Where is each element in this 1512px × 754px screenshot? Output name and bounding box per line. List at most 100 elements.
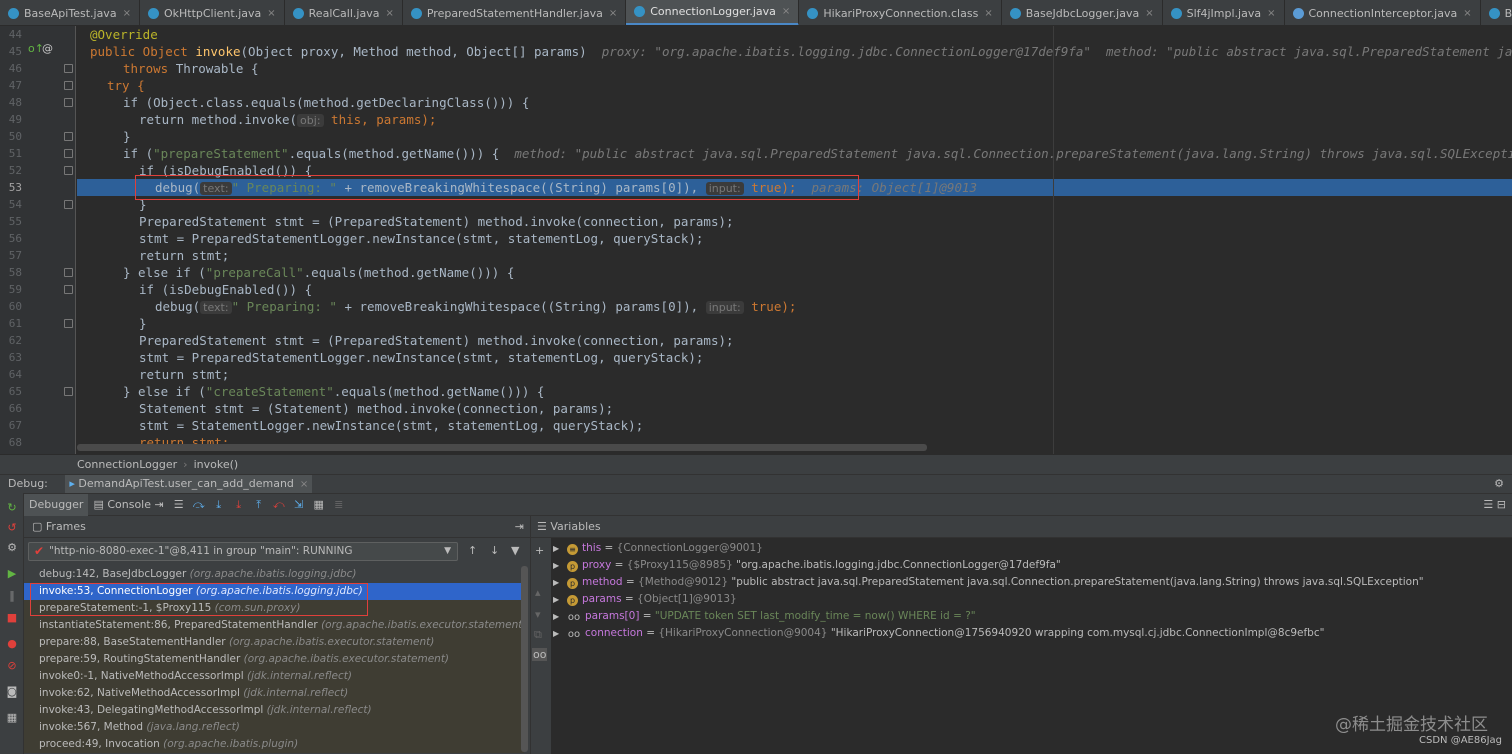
line-number[interactable]: 56 (0, 230, 22, 247)
code-line-60[interactable]: debug(text: " Preparing: " + removeBreaki… (77, 298, 1512, 315)
code-line-63[interactable]: stmt = PreparedStatementLogger.newInstan… (77, 349, 1512, 366)
debug-session-tab[interactable]: ▸ DemandApiTest.user_can_add_demand × (65, 475, 313, 494)
code-editor[interactable]: o↑ @ 44 45 46 47 48 49 50 51 52 53 54 55 56 57 58 59 60 6… (0, 26, 1512, 454)
close-icon[interactable]: × (609, 8, 617, 19)
layout-icon[interactable]: ▦ (5, 711, 19, 725)
expand-arrow-icon[interactable]: ▶ (553, 608, 563, 625)
restore-layout-icon[interactable]: ☰ ⊟ (1483, 498, 1506, 511)
pause-icon[interactable]: ‖ (5, 589, 19, 603)
tab-8[interactable]: ConnectionInterceptor.java × (1285, 0, 1481, 25)
line-number[interactable]: 63 (0, 349, 22, 366)
tab-debugger[interactable]: Debugger (24, 493, 89, 516)
close-icon[interactable]: × (267, 8, 275, 19)
code-line-49[interactable]: return method.invoke(obj: this, params); (77, 111, 1512, 128)
code-line-55[interactable]: PreparedStatement stmt = (PreparedStatem… (77, 213, 1512, 230)
code-line-46[interactable]: throws Throwable { (77, 60, 1512, 77)
close-icon[interactable]: × (123, 8, 131, 19)
fold-marker-icon[interactable] (64, 166, 73, 175)
line-number[interactable]: 57 (0, 247, 22, 264)
tab-6[interactable]: BaseJdbcLogger.java × (1002, 0, 1163, 25)
arrow-up-icon[interactable]: ↑ (468, 544, 477, 557)
tab-9[interactable]: BaseStatementHandler.java× (1481, 0, 1512, 25)
fold-marker-icon[interactable] (64, 387, 73, 396)
code-line-44[interactable]: @Override (77, 26, 1512, 43)
step-into-icon[interactable]: ⤓ (212, 498, 226, 512)
mute-breakpoints-icon[interactable]: ⊘ (5, 659, 19, 673)
close-icon[interactable]: × (300, 479, 308, 490)
gear-icon[interactable]: ⚙ (1494, 475, 1504, 493)
run-to-cursor-icon[interactable]: ⇲ (292, 498, 306, 512)
expand-arrow-icon[interactable]: ▶ (553, 591, 563, 608)
breadcrumb-class[interactable]: ConnectionLogger (77, 458, 177, 471)
settings-icon[interactable]: ⚙ (5, 541, 19, 555)
line-number[interactable]: 44 (0, 26, 22, 43)
tab-4[interactable]: ConnectionLogger.java × (626, 0, 800, 25)
variable-row[interactable]: ▶ p method = {Method@9012} "public abstrac… (553, 574, 1503, 591)
variable-row[interactable]: ▶ ≡ this = {ConnectionLogger@9001} (553, 540, 1503, 557)
close-icon[interactable]: × (385, 8, 393, 19)
fold-marker-icon[interactable] (64, 285, 73, 294)
line-number[interactable]: 65 (0, 383, 22, 400)
line-number[interactable]: 52 (0, 162, 22, 179)
step-over-icon[interactable]: ⤼ (192, 498, 206, 512)
code-line-62[interactable]: PreparedStatement stmt = (PreparedStatem… (77, 332, 1512, 349)
code-line-67[interactable]: stmt = StatementLogger.newInstance(stmt,… (77, 417, 1512, 434)
line-number[interactable]: 48 (0, 94, 22, 111)
line-number[interactable]: 68 (0, 434, 22, 451)
expand-arrow-icon[interactable]: ▶ (553, 540, 563, 557)
close-icon[interactable]: × (1267, 8, 1275, 19)
line-number[interactable]: 49 (0, 111, 22, 128)
filter-icon[interactable]: ▼ (511, 544, 519, 557)
camera-icon[interactable]: ◙ (5, 685, 19, 699)
line-number[interactable]: 61 (0, 315, 22, 332)
line-number[interactable]: 51 (0, 145, 22, 162)
frame-item[interactable]: prepare:59, RoutingStatementHandler (org… (24, 651, 524, 668)
rerun-failed-icon[interactable]: ↺ (5, 521, 19, 535)
line-number[interactable]: 64 (0, 366, 22, 383)
pin-icon[interactable]: ⇥ (515, 516, 524, 538)
variable-row[interactable]: ▶ oo connection = {HikariProxyConnection@9… (553, 625, 1503, 642)
stop-icon[interactable]: ■ (5, 611, 19, 625)
tab-1[interactable]: OkHttpClient.java × (140, 0, 285, 25)
frame-item[interactable]: instantiateStatement:86, PreparedStateme… (24, 617, 524, 634)
tab-5[interactable]: HikariProxyConnection.class × (799, 0, 1002, 25)
close-icon[interactable]: × (984, 8, 992, 19)
fold-marker-icon[interactable] (64, 200, 73, 209)
code-line-45[interactable]: public Object invoke(Object proxy, Metho… (77, 43, 1512, 60)
line-number[interactable]: 46 (0, 60, 22, 77)
editor-gutter[interactable]: o↑ @ 44 45 46 47 48 49 50 51 52 53 54 55 56 57 58 59 60 6… (0, 26, 76, 454)
tab-7[interactable]: Slf4jImpl.java × (1163, 0, 1285, 25)
expand-arrow-icon[interactable]: ▶ (553, 574, 563, 591)
fold-marker-icon[interactable] (64, 132, 73, 141)
code-line-56[interactable]: stmt = PreparedStatementLogger.newInstan… (77, 230, 1512, 247)
close-icon[interactable]: × (1463, 8, 1471, 19)
editor-horizontal-scrollbar[interactable] (77, 444, 927, 451)
tab-0[interactable]: BaseApiTest.java × (0, 0, 140, 25)
expand-arrow-icon[interactable]: ▶ (553, 557, 563, 574)
line-number[interactable]: 67 (0, 417, 22, 434)
code-line-66[interactable]: Statement stmt = (Statement) method.invo… (77, 400, 1512, 417)
force-step-into-icon[interactable]: ⤓ (232, 498, 246, 512)
code-line-61[interactable]: } (77, 315, 1512, 332)
line-number[interactable]: 53 (0, 179, 22, 196)
frame-item[interactable]: proceed:49, Invocation (org.apache.ibati… (24, 736, 524, 753)
rerun-icon[interactable]: ↻ (5, 501, 19, 515)
line-number[interactable]: 58 (0, 264, 22, 281)
resume-icon[interactable]: ▶ (5, 567, 19, 581)
line-number[interactable]: 50 (0, 128, 22, 145)
variable-row[interactable]: ▶ oo params[0] = "UPDATE token SET last_mo… (553, 608, 1503, 625)
fold-marker-icon[interactable] (64, 268, 73, 277)
step-out-icon[interactable]: ⤒ (252, 498, 266, 512)
breadcrumb-method[interactable]: invoke() (194, 458, 239, 471)
line-number[interactable]: 54 (0, 196, 22, 213)
fold-marker-icon[interactable] (64, 64, 73, 73)
arrow-down-icon[interactable]: ↓ (490, 544, 499, 557)
frame-item[interactable]: invoke:62, NativeMethodAccessorImpl (jdk… (24, 685, 524, 702)
view-breakpoints-icon[interactable]: ● (5, 637, 19, 651)
line-number[interactable]: 55 (0, 213, 22, 230)
close-icon[interactable]: × (1145, 8, 1153, 19)
code-line-50[interactable]: } (77, 128, 1512, 145)
fold-marker-icon[interactable] (64, 81, 73, 90)
code-line-65[interactable]: } else if ("createStatement".equals(meth… (77, 383, 1512, 400)
line-number[interactable]: 45 (0, 43, 22, 60)
